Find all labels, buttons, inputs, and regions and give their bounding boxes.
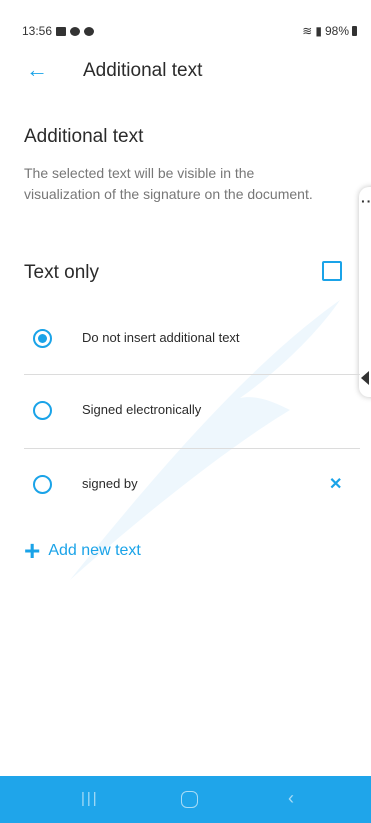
divider xyxy=(24,448,360,449)
text-only-label: Text only xyxy=(24,262,99,283)
radio-button-selected[interactable] xyxy=(33,329,52,348)
divider xyxy=(24,374,360,375)
battery-level: 98% xyxy=(324,24,349,38)
app-notification-icon-2 xyxy=(84,26,95,36)
app-bar: ← Additional text xyxy=(0,52,371,92)
radio-button[interactable] xyxy=(33,475,52,494)
status-right: ≋ ▮ 98% xyxy=(302,24,357,38)
home-icon[interactable] xyxy=(181,791,198,808)
text-only-checkbox[interactable] xyxy=(322,261,342,281)
option-label: signed by xyxy=(82,476,138,491)
volume-icon[interactable] xyxy=(361,371,369,385)
radio-button[interactable] xyxy=(33,401,52,420)
system-navigation-bar: ||| ‹ xyxy=(0,776,371,823)
battery-icon xyxy=(352,26,357,36)
floating-side-panel[interactable]: ·· xyxy=(359,187,371,397)
wifi-signal-icon: ≋ xyxy=(302,24,313,38)
section-description: The selected text will be visible in the… xyxy=(24,165,313,202)
page-title: Additional text xyxy=(83,60,203,81)
add-new-text-label: Add new text xyxy=(48,542,141,559)
remove-icon[interactable]: ✕ xyxy=(329,474,342,494)
plus-icon: + xyxy=(24,535,41,566)
add-new-text-button[interactable]: + Add new text xyxy=(24,536,141,566)
system-back-icon[interactable]: ‹ xyxy=(288,788,294,809)
gallery-notification-icon xyxy=(56,26,67,36)
status-left: 13:56 xyxy=(22,24,95,38)
option-row[interactable]: Do not insert additional text xyxy=(0,314,360,364)
status-time: 13:56 xyxy=(22,24,53,38)
cell-signal-icon: ▮ xyxy=(315,24,322,38)
more-options-icon[interactable]: ·· xyxy=(361,193,371,209)
option-label: Signed electronically xyxy=(82,402,202,417)
option-row[interactable]: signed by ✕ xyxy=(0,460,360,510)
recent-apps-icon[interactable]: ||| xyxy=(81,790,99,807)
back-arrow-icon[interactable]: ← xyxy=(26,58,48,82)
option-row[interactable]: Signed electronically xyxy=(0,386,360,436)
section-heading: Additional text xyxy=(24,126,144,147)
option-label: Do not insert additional text xyxy=(82,330,240,345)
status-bar: 13:56 ≋ ▮ 98% xyxy=(0,0,371,40)
app-notification-icon xyxy=(70,26,81,36)
